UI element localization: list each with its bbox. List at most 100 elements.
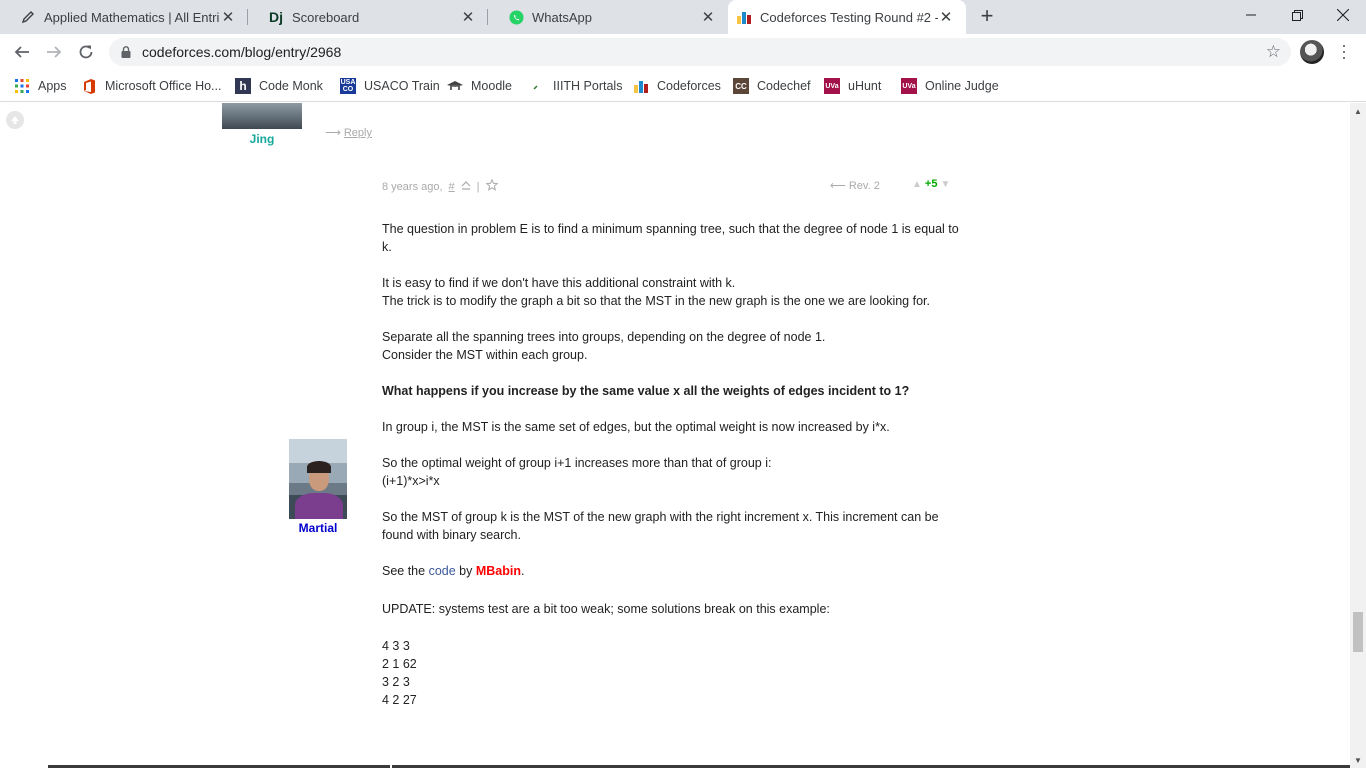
scroll-down-arrow-icon[interactable]: ▼ [1350,752,1366,768]
comment-paragraph: In group i, the MST is the same set of e… [382,420,890,434]
bookmark-apps[interactable]: Apps [14,76,67,96]
bookmark-label: Online Judge [925,79,999,93]
hackerearth-icon: h [235,78,251,94]
example-line: 4 2 27 [382,693,417,707]
reply-arrow-icon: ⟶ [325,127,341,139]
tab-whatsapp[interactable]: WhatsApp ✕ [488,0,728,34]
scroll-up-arrow-icon[interactable]: ▲ [1350,103,1366,119]
reply-label: Reply [343,127,372,139]
bookmark-codechef[interactable]: CC Codechef [733,76,811,96]
comment-paragraph: So the optimal weight of group i+1 incre… [382,456,772,470]
codeforces-icon [633,78,649,94]
back-button[interactable] [10,40,34,64]
profile-avatar[interactable] [1300,40,1324,64]
tab-applied-mathematics[interactable]: Applied Mathematics | All Entries ✕ [0,0,248,34]
close-icon[interactable]: ✕ [220,9,236,26]
comment-paragraph: (i+1)*x>i*x [382,474,440,488]
bookmark-codeforces[interactable]: Codeforces [633,76,721,96]
new-tab-button[interactable]: + [976,4,998,30]
url-text: codeforces.com/blog/entry/2968 [142,44,342,60]
code-link[interactable]: code [429,564,456,578]
lock-icon[interactable] [119,45,133,59]
forward-button[interactable] [42,40,66,64]
comment-body: The question in problem E is to find a m… [382,220,962,709]
vote-widget: ▲ +5 ▼ [912,178,950,190]
example-line: 4 3 3 [382,639,410,653]
comment-paragraph: Consider the MST within each group. [382,348,588,362]
comment-paragraph: What happens if you increase by the same… [382,384,910,398]
bookmark-online-judge[interactable]: UVa Online Judge [901,76,999,96]
tab-codeforces-testing-round[interactable]: Codeforces Testing Round #2 - C ✕ [728,0,966,34]
by-text: by [459,564,473,578]
browser-toolbar: codeforces.com/blog/entry/2968 ☆ [0,34,1366,70]
codechef-icon: CC [733,78,749,94]
example-line: 3 2 3 [382,675,410,689]
bookmark-microsoft-office[interactable]: Microsoft Office Ho... [81,76,221,96]
revision-link[interactable]: ⟵ Rev. 2 [830,179,880,192]
revision-arrow-icon: ⟵ [830,180,846,192]
comment-paragraph: The trick is to modify the graph a bit s… [382,294,930,308]
bookmark-uhunt[interactable]: UVa uHunt [824,76,881,96]
usaco-icon: USA CO [340,78,356,94]
uva-icon: UVa [824,78,840,94]
iiith-icon [529,78,545,94]
comment-timestamp: 8 years ago, [382,180,443,193]
username-jing[interactable]: Jing [222,132,302,146]
bookmarks-bar: Apps Microsoft Office Ho... h Code Monk … [0,70,1366,102]
uva-icon: UVa [901,78,917,94]
minimize-button[interactable] [1228,0,1274,30]
bookmark-moodle[interactable]: Moodle [447,76,512,96]
comment-paragraph: Separate all the spanning trees into gro… [382,330,826,344]
close-icon[interactable]: ✕ [938,9,954,26]
tab-title: WhatsApp [532,9,592,25]
scroll-to-top-icon[interactable] [6,111,24,129]
comment-paragraph: UPDATE: systems test are a bit too weak;… [382,602,830,616]
apps-grid-icon [14,78,30,94]
tab-title: Codeforces Testing Round #2 - C [760,9,938,25]
bookmark-iiith-portals[interactable]: IIITH Portals [529,76,622,96]
bookmark-label: Microsoft Office Ho... [105,79,222,93]
close-window-button[interactable] [1320,0,1366,30]
divider: | [476,180,480,193]
bookmark-label: Code Monk [259,79,323,93]
page-scrollbar[interactable]: ▲ ▼ [1350,103,1366,768]
bookmark-usaco-train[interactable]: USA CO USACO Train [340,76,440,96]
address-bar[interactable]: codeforces.com/blog/entry/2968 ☆ [109,38,1291,66]
office-icon [81,78,97,94]
tab-scoreboard[interactable]: Dj Scoreboard ✕ [248,0,488,34]
comment-paragraph: It is easy to find if we don't have this… [382,276,736,290]
favorite-star-icon[interactable] [485,178,498,194]
comment-paragraph: The question in problem E is to find a m… [382,222,959,254]
bookmark-label: Apps [38,79,67,93]
revision-label: Rev. 2 [848,180,880,192]
bookmark-label: Codeforces [657,79,721,93]
bookmark-code-monk[interactable]: h Code Monk [235,76,323,96]
codeforces-icon [736,9,752,25]
upvote-arrow-icon[interactable]: ▲ [912,179,922,190]
bookmark-label: Codechef [757,79,811,93]
restore-button[interactable] [1274,0,1320,30]
username-martial[interactable]: Martial [289,521,347,535]
comment-paragraph: So the MST of group k is the MST of the … [382,510,939,542]
close-icon[interactable]: ✕ [700,9,716,26]
tab-strip: Applied Mathematics | All Entries ✕ Dj S… [0,0,1366,34]
page-content: Jing ⟶ Reply 8 years ago, # | ⟵ Rev. 2 ▲… [0,103,1350,768]
reload-button[interactable] [74,40,98,64]
bookmark-label: uHunt [848,79,882,93]
downvote-arrow-icon[interactable]: ▼ [940,179,950,190]
bookmark-star-icon[interactable]: ☆ [1266,43,1281,61]
comment-paragraph: See the code by MBabin. [382,562,962,580]
avatar[interactable] [222,103,302,129]
browser-menu-icon[interactable]: · · · [1337,36,1351,66]
see-the-text: See the [382,564,426,578]
example-line: 2 1 62 [382,657,417,671]
user-link-mbabin[interactable]: MBabin [476,564,521,578]
bookmark-label: IIITH Portals [553,79,623,93]
avatar[interactable] [289,439,347,519]
bookmark-label: Moodle [471,79,512,93]
parent-comment-icon[interactable] [461,180,471,193]
permalink-link[interactable]: # [449,181,455,193]
close-icon[interactable]: ✕ [460,9,476,26]
scrollbar-thumb[interactable] [1353,612,1363,652]
reply-link[interactable]: ⟶ Reply [325,126,372,139]
